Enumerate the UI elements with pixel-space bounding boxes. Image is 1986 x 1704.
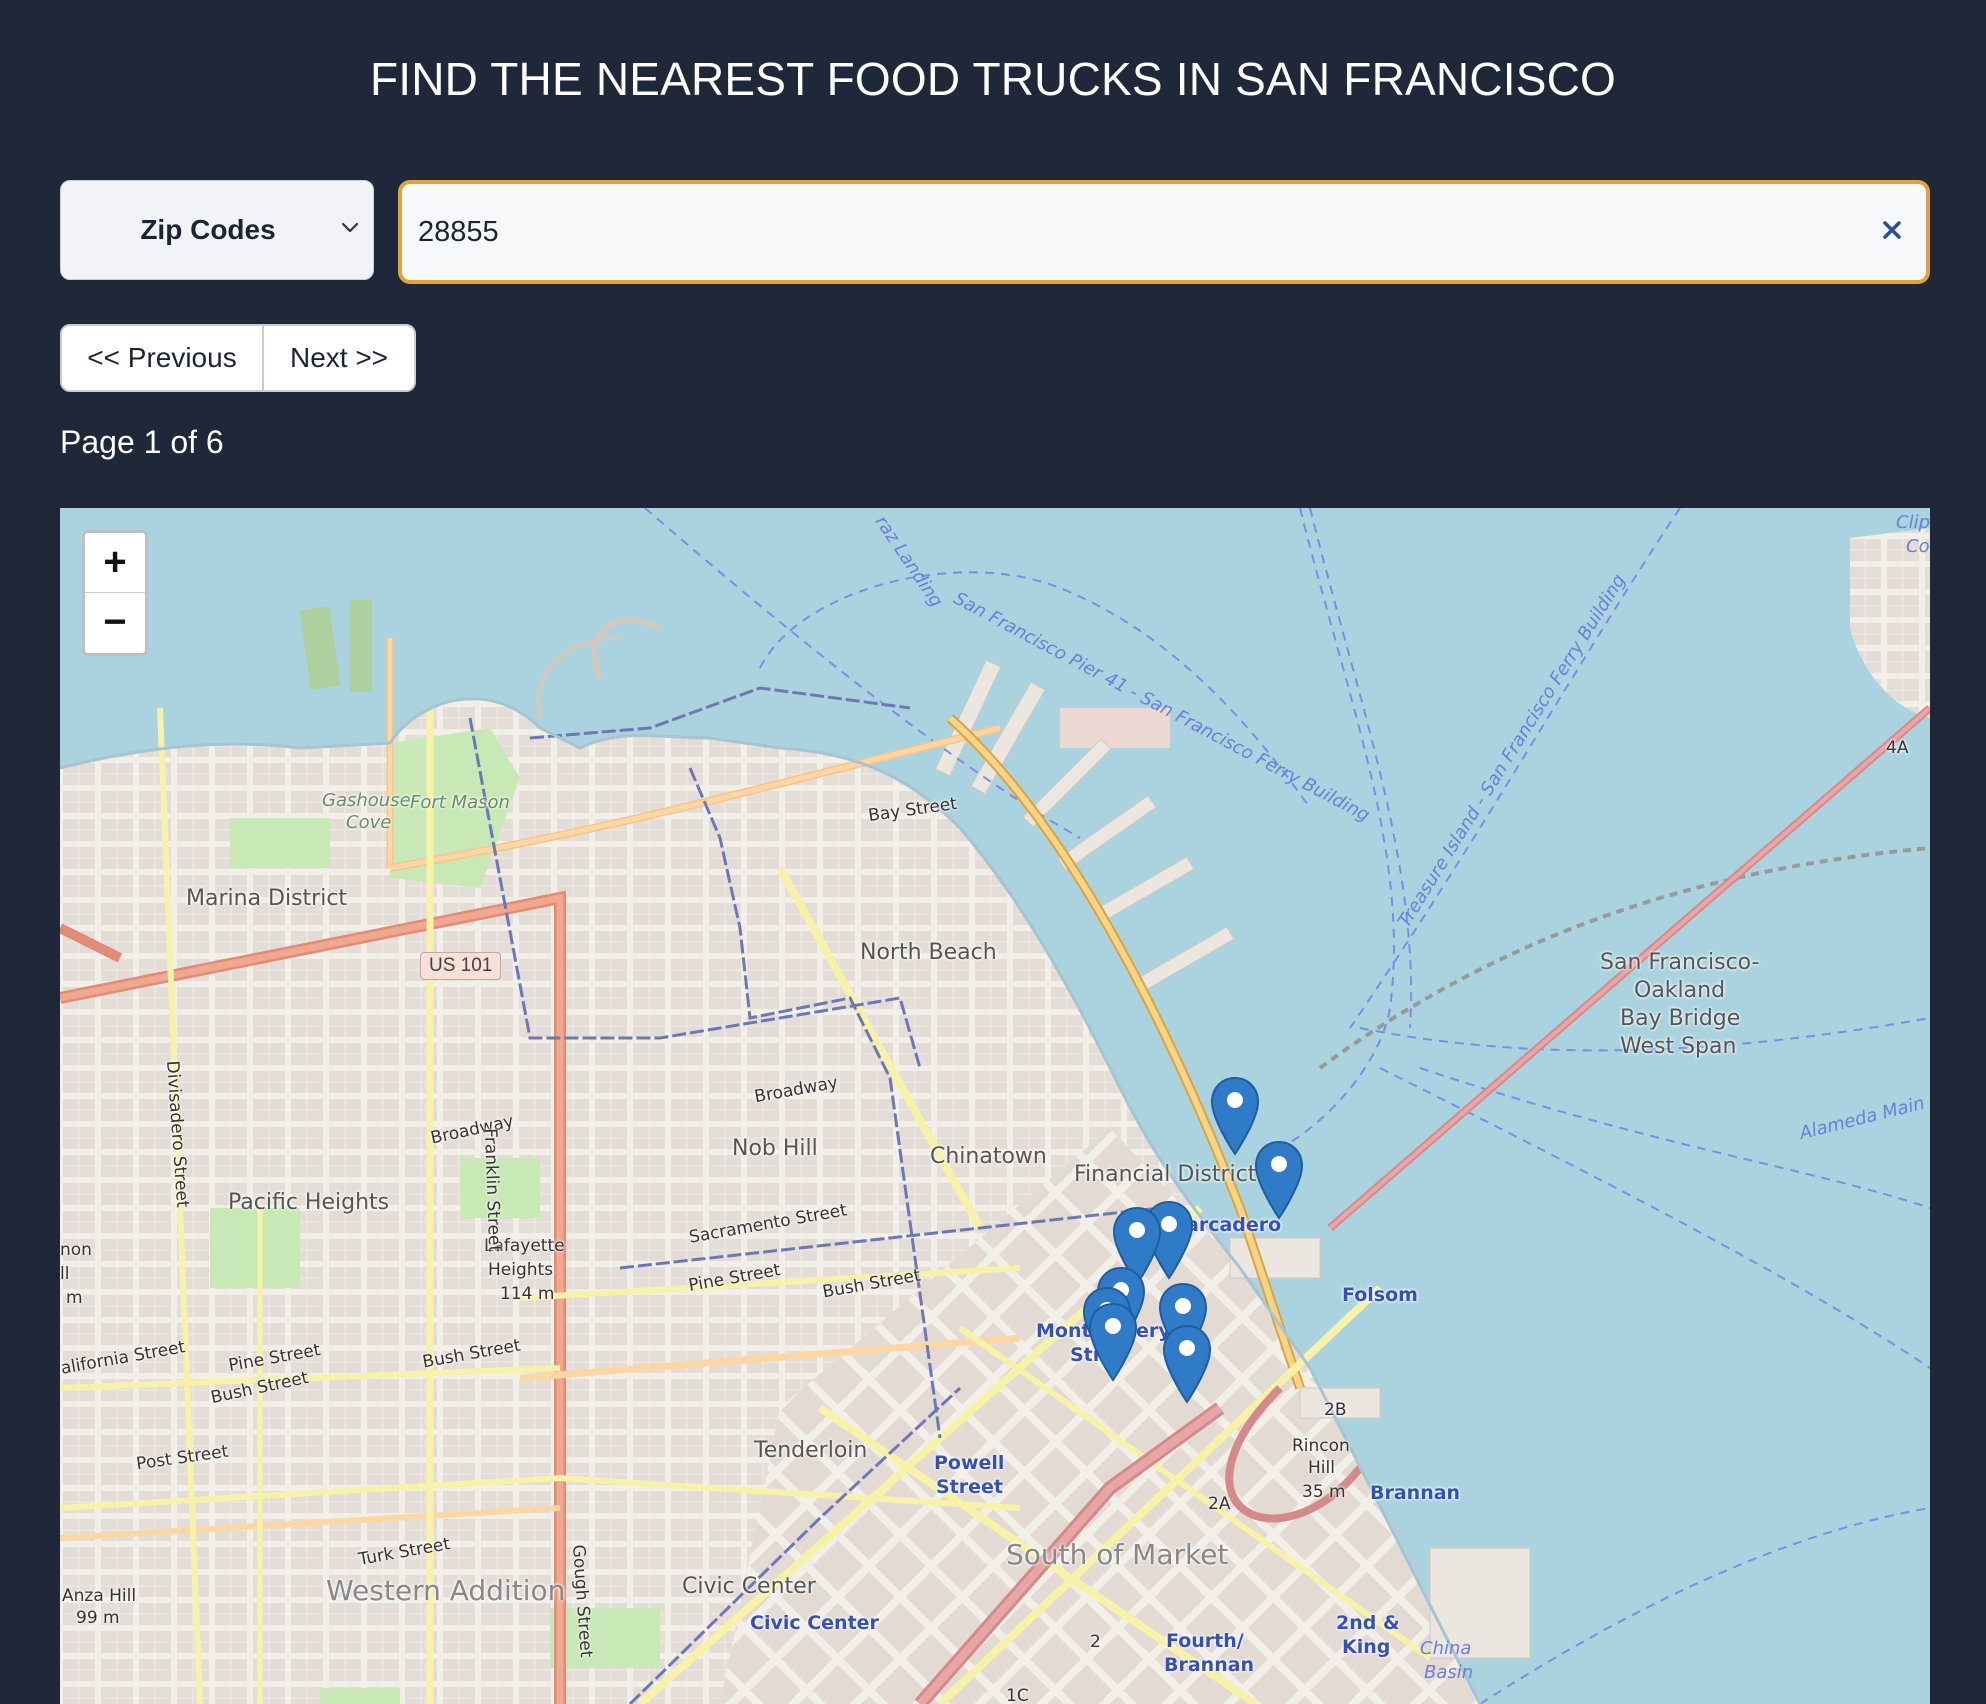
map-label-nob-hill: Nob Hill [732,1136,818,1161]
zoom-out-button[interactable]: − [85,593,145,652]
map-label-clip: Clip [1896,512,1930,533]
filter-type-select[interactable]: Zip Codes [60,180,374,280]
map-label-powell-station: Powell [934,1452,1005,1474]
map-label-route-2: 2 [1090,1632,1101,1652]
map-label-fourth-brannan-2: Brannan [1164,1654,1255,1676]
search-input[interactable] [418,184,1818,280]
map-label-edge-1: non [60,1240,92,1260]
map-label-tenderloin: Tenderloin [754,1438,868,1463]
map-label-western-addition: Western Addition [326,1574,566,1607]
map-label-clip-2: Co [1906,536,1930,557]
map-label-fourth-brannan-1: Fourth/ [1166,1630,1244,1652]
map-label-edge-3: m [66,1288,83,1308]
map-label-bay-bridge-2: Oakland [1634,978,1726,1003]
map-label-route-4a: 4A [1886,738,1909,758]
map-label-pacific-heights: Pacific Heights [228,1190,390,1215]
map-label-south-of-market: South of Market [1006,1538,1229,1571]
page-title: FIND THE NEAREST FOOD TRUCKS IN SAN FRAN… [369,53,1617,105]
map-label-edge-2: ll [60,1264,70,1284]
map-label-marina-district: Marina District [186,886,348,911]
map-tiles [60,508,1930,1704]
map-label-bay-bridge-3: Bay Bridge [1620,1006,1741,1031]
map-label-financial-district: Financial District [1074,1162,1257,1187]
chevron-down-icon [341,222,359,233]
map-label-china-basin-2: Basin [1424,1662,1474,1683]
map-label-second-king-1: 2nd & [1336,1612,1400,1634]
previous-page-button[interactable]: << Previous [62,326,264,390]
zoom-control: + − [82,530,148,656]
map-label-powell-station-2: Street [936,1476,1003,1498]
pagination-controls: << Previous Next >> [60,324,416,392]
map-pin-icon[interactable] [1210,1076,1260,1158]
map-label-rincon: Rincon [1292,1436,1350,1456]
zoom-in-button[interactable]: + [85,533,145,593]
map-label-lafayette-heights: Heights [488,1260,554,1280]
map-label-chinatown: Chinatown [930,1144,1047,1169]
map-pin-icon[interactable] [1162,1324,1212,1406]
map-label-bay-bridge-1: San Francisco- [1600,950,1760,975]
search-field[interactable] [398,180,1930,284]
next-page-button[interactable]: Next >> [264,326,414,390]
us-101-shield: US 101 [420,952,502,980]
map-label-franklin-street: Franklin Street [480,1128,505,1253]
map-label-route-1c: 1C [1006,1686,1029,1704]
map-view[interactable]: Gashouse Cove Fort Mason Marina District… [60,508,1930,1704]
map-label-route-2a: 2A [1208,1494,1231,1514]
map-label-rincon-hill: Hill [1308,1458,1335,1478]
map-pin-icon[interactable] [1254,1140,1304,1222]
map-label-civic-center-station: Civic Center [750,1612,879,1634]
close-icon[interactable] [1874,212,1910,248]
map-label-route-2b: 2B [1324,1400,1347,1420]
map-label-second-king-2: King [1342,1636,1391,1658]
map-pin-icon[interactable] [1088,1302,1138,1384]
filter-type-label: Zip Codes [140,214,276,245]
page-indicator: Page 1 of 6 [60,424,224,460]
map-label-north-beach: North Beach [860,940,997,965]
map-label-gashouse: Gashouse [322,790,411,811]
map-label-folsom-station: Folsom [1342,1284,1418,1306]
map-label-fort-mason: Fort Mason [410,792,510,813]
map-label-brannan-station: Brannan [1370,1482,1461,1504]
map-label-anza-elev: 99 m [76,1608,120,1628]
map-label-rincon-elev: 35 m [1302,1482,1346,1502]
map-label-lafayette-elev: 114 m [500,1284,555,1304]
map-label-gashouse-cove: Cove [346,812,392,833]
map-label-china-basin: China [1420,1638,1472,1659]
map-label-civic-center: Civic Center [682,1574,816,1599]
map-label-anza-hill: Anza Hill [62,1586,137,1606]
map-label-bay-bridge-4: West Span [1620,1034,1737,1059]
